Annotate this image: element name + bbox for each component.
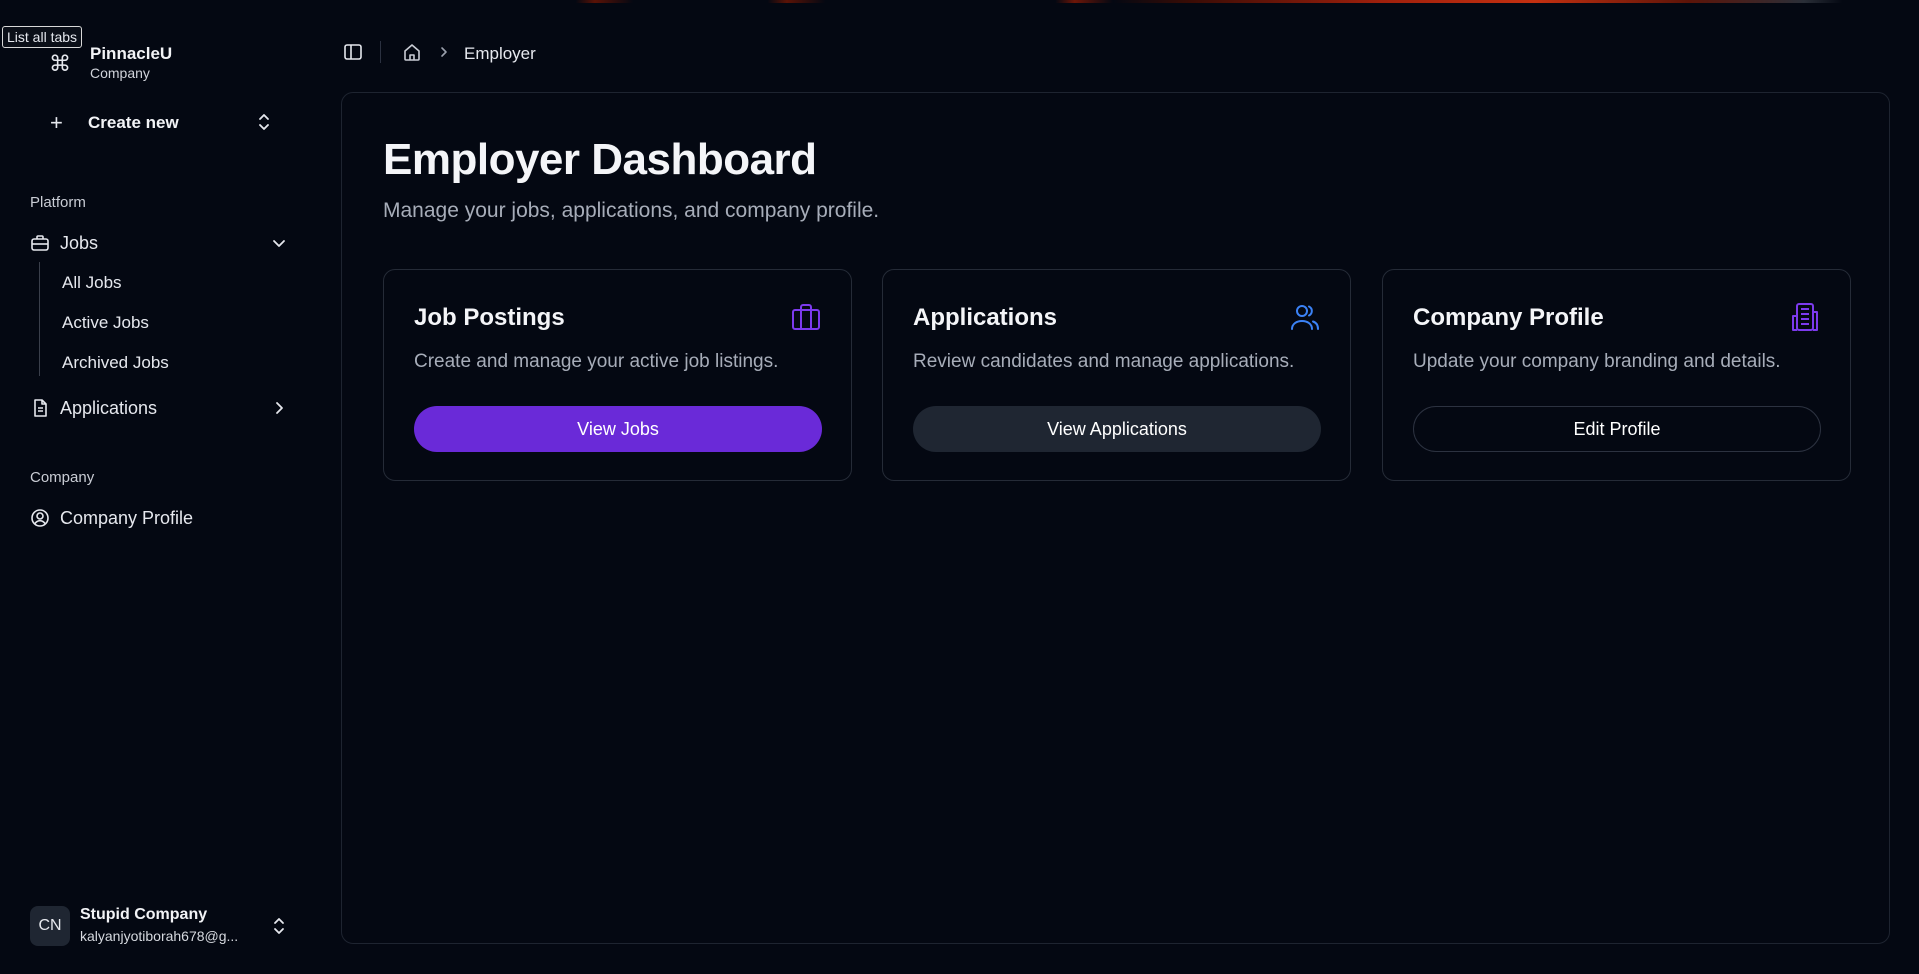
create-new-button[interactable]: + Create new: [44, 106, 284, 140]
page-subtitle: Manage your jobs, applications, and comp…: [383, 199, 880, 222]
briefcase-icon: [31, 235, 49, 251]
users-icon: [1291, 305, 1319, 330]
chevron-down-icon: [273, 240, 285, 247]
header-divider: [380, 41, 381, 63]
card-title: Company Profile: [1413, 304, 1604, 331]
user-menu[interactable]: CN Stupid Company kalyanjyotiborah678@g.…: [30, 906, 295, 950]
sidebar-item-active-jobs[interactable]: Active Jobs: [62, 313, 149, 333]
sidebar: List all tabs ⌘ PinnacleU Company + Crea…: [0, 0, 300, 974]
sidebar-item-archived-jobs[interactable]: Archived Jobs: [62, 353, 169, 373]
sidebar-item-company-profile[interactable]: Company Profile: [30, 502, 295, 534]
card-description: Update your company branding and details…: [1413, 351, 1781, 372]
chevrons-up-down-icon: [274, 918, 284, 934]
sidebar-item-company-profile-label: Company Profile: [60, 507, 194, 528]
sidebar-item-applications-label: Applications: [60, 397, 158, 418]
building-icon: [1792, 303, 1818, 331]
home-icon[interactable]: [402, 42, 422, 62]
user-circle-icon: [31, 509, 49, 527]
card-job-postings: Job Postings Create and manage your acti…: [383, 269, 852, 481]
user-name: Stupid Company: [80, 906, 208, 923]
card-description: Review candidates and manage application…: [913, 351, 1295, 372]
sidebar-item-jobs-label: Jobs: [60, 232, 99, 253]
file-text-icon: [34, 399, 47, 417]
main-panel: Employer Dashboard Manage your jobs, app…: [341, 92, 1890, 944]
briefcase-icon: [792, 304, 820, 330]
tooltip-list-all-tabs: List all tabs: [2, 26, 83, 48]
chevron-right-icon: [441, 47, 447, 57]
command-icon[interactable]: ⌘: [46, 50, 74, 78]
avatar: CN: [30, 906, 70, 946]
edit-profile-button[interactable]: Edit Profile: [1413, 406, 1821, 452]
sidebar-item-all-jobs[interactable]: All Jobs: [62, 273, 122, 293]
sidebar-item-jobs[interactable]: Jobs: [30, 227, 295, 259]
user-email: kalyanjyotiborah678@g...: [80, 928, 239, 944]
sidebar-toggle-icon[interactable]: [343, 42, 363, 62]
create-new-label: Create new: [88, 113, 179, 132]
brand-name[interactable]: PinnacleU: [90, 44, 172, 64]
section-label-platform: Platform: [30, 194, 86, 211]
card-title: Job Postings: [414, 304, 565, 331]
view-jobs-button[interactable]: View Jobs: [414, 406, 822, 452]
breadcrumb-current: Employer: [464, 44, 536, 63]
view-applications-button[interactable]: View Applications: [913, 406, 1321, 452]
chevron-right-icon: [276, 402, 283, 414]
sidebar-item-applications[interactable]: Applications: [30, 392, 295, 424]
submenu-rail: [39, 262, 40, 376]
card-company-profile: Company Profile Update your company bran…: [1382, 269, 1851, 481]
card-applications: Applications Review candidates and manag…: [882, 269, 1351, 481]
plus-icon: +: [50, 110, 63, 135]
card-description: Create and manage your active job listin…: [414, 351, 779, 372]
chevrons-up-down-icon: [259, 114, 269, 130]
page-title: Employer Dashboard: [383, 135, 817, 184]
brand-subtitle: Company: [90, 65, 150, 81]
card-title: Applications: [913, 304, 1058, 331]
section-label-company: Company: [30, 469, 95, 486]
